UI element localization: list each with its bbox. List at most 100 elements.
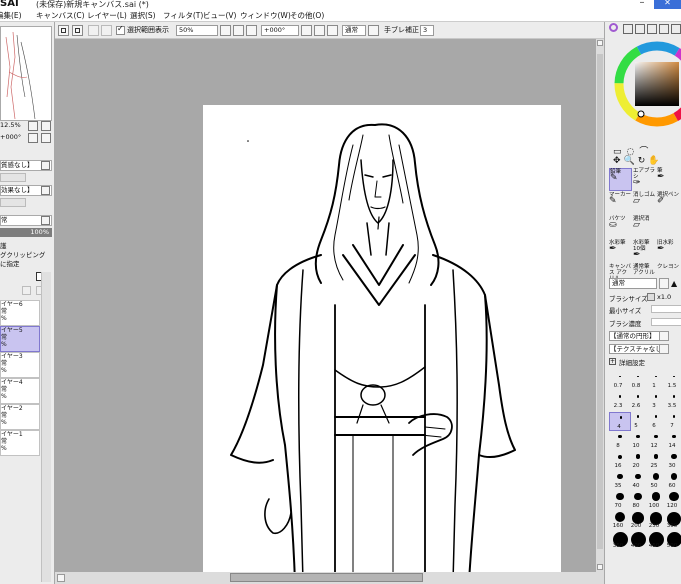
- layer-item[interactable]: イヤー3 常 %: [0, 352, 40, 378]
- rotate-right-button[interactable]: [314, 25, 325, 36]
- details-label[interactable]: 詳細設定: [619, 357, 645, 367]
- marker-icon: ✎: [609, 196, 617, 206]
- brush-size-label: 0.7: [613, 383, 623, 389]
- canvas-area[interactable]: [55, 39, 604, 583]
- scroll-left-button[interactable]: [57, 574, 65, 582]
- flip-button[interactable]: [368, 25, 379, 36]
- vertical-scrollbar[interactable]: [596, 39, 604, 572]
- magic-wand-icon[interactable]: [641, 143, 653, 155]
- select-eraser-icon: ▱: [633, 220, 640, 230]
- tool-watercolor[interactable]: 水彩筆 ✒: [609, 240, 632, 263]
- brush-mode-dropdown-icon[interactable]: [659, 278, 669, 289]
- undo-button[interactable]: [58, 25, 69, 36]
- rect-select-icon[interactable]: [613, 143, 625, 155]
- tool-airbrush[interactable]: エアブラシ ✑: [633, 168, 656, 191]
- brush-icon: ✒: [657, 172, 665, 182]
- horizontal-scrollbar[interactable]: [55, 572, 604, 584]
- brush-shape-dropdown-icon[interactable]: [659, 331, 669, 341]
- minimize-button[interactable]: –: [632, 0, 652, 8]
- layer-name: イヤー6: [1, 301, 23, 308]
- brush-texture-dropdown-icon[interactable]: [659, 344, 669, 354]
- rotate-left-button[interactable]: [301, 25, 312, 36]
- layer-opacity: %: [1, 341, 7, 348]
- effect-amount-field[interactable]: [0, 198, 26, 207]
- brush-size-dot: [654, 395, 658, 398]
- tool-brush[interactable]: 筆 ✒: [657, 168, 680, 191]
- blend-select[interactable]: 通常: [342, 25, 366, 36]
- rotate-icon[interactable]: [637, 155, 649, 167]
- menu-window[interactable]: ウィンドウ(W): [240, 10, 291, 21]
- show-selection-checkbox[interactable]: ✓: [116, 24, 125, 35]
- rgb-slider-icon[interactable]: [623, 24, 633, 34]
- tool-eraser[interactable]: 消しゴム ▱: [633, 192, 656, 215]
- size-multiplier-button[interactable]: [647, 293, 655, 301]
- expand-icon[interactable]: +: [609, 358, 616, 365]
- menu-view[interactable]: ビュー(V): [203, 10, 236, 21]
- tool-select-pen[interactable]: 選択ペン ✐: [657, 192, 680, 215]
- layer-item-selected[interactable]: イヤー5 常 %: [0, 326, 40, 352]
- tool-pencil[interactable]: 鉛筆 ✎: [609, 168, 632, 191]
- zoom-in-button[interactable]: [233, 25, 244, 36]
- brush-mode-select[interactable]: 通常: [609, 278, 657, 289]
- swatches-icon[interactable]: [659, 24, 669, 34]
- redo-button[interactable]: [72, 25, 83, 36]
- nav-zoom-out-button[interactable]: [28, 121, 38, 131]
- color-wheel-icon[interactable]: [609, 23, 618, 32]
- tool-watercolor-10[interactable]: 水彩筆 10個 ✒: [633, 240, 656, 263]
- brush-size-label: 35: [614, 483, 622, 489]
- navigator-preview[interactable]: [0, 26, 52, 121]
- nav-rotate-right-button[interactable]: [41, 133, 51, 143]
- hand-icon[interactable]: [649, 155, 661, 167]
- vertical-scroll-thumb[interactable]: [597, 54, 603, 549]
- min-size-label: 最小サイズ: [609, 307, 642, 315]
- layer-item[interactable]: イヤー4 常 %: [0, 378, 40, 404]
- rotation-field[interactable]: +000°: [261, 25, 299, 36]
- invert-selection-button[interactable]: [101, 25, 112, 36]
- nav-rotate-left-button[interactable]: [28, 133, 38, 143]
- layer-list-scrollbar[interactable]: [41, 272, 51, 582]
- deselect-button[interactable]: [88, 25, 99, 36]
- scroll-up-button[interactable]: [597, 40, 603, 46]
- menu-filter[interactable]: フィルタ(T): [163, 10, 203, 21]
- color-wheel[interactable]: [613, 38, 681, 132]
- canvas-paper[interactable]: [203, 105, 561, 583]
- layer-opacity-slider[interactable]: 100%: [0, 228, 52, 237]
- lasso-icon[interactable]: [627, 143, 639, 155]
- texture-amount-field[interactable]: [0, 173, 26, 182]
- brush-size-dot: [655, 375, 657, 378]
- brush-size-dot: [636, 415, 640, 418]
- tool-select-eraser[interactable]: 選択消 ▱: [633, 216, 656, 239]
- tool-bucket[interactable]: バケツ ⛀: [609, 216, 632, 239]
- layer-merge-button[interactable]: [22, 286, 31, 295]
- zoom-reset-button[interactable]: [246, 25, 257, 36]
- tool-marker[interactable]: マーカー ✎: [609, 192, 632, 215]
- app-logo: SAI: [0, 0, 19, 9]
- mixer-icon[interactable]: [647, 24, 657, 34]
- horizontal-scroll-thumb[interactable]: [230, 573, 423, 582]
- menu-edit[interactable]: 編集(E): [0, 10, 22, 21]
- menu-canvas[interactable]: キャンバス(C): [36, 10, 85, 21]
- layer-item[interactable]: イヤー6 常 %: [0, 300, 40, 326]
- zoom-field[interactable]: 50%: [176, 25, 218, 36]
- nav-zoom-in-button[interactable]: [41, 121, 51, 131]
- zoom-icon[interactable]: [625, 155, 637, 167]
- menu-layer[interactable]: レイヤー(L): [87, 10, 127, 21]
- layer-item[interactable]: イヤー1 常 %: [0, 430, 40, 456]
- layer-item[interactable]: イヤー2 常 %: [0, 404, 40, 430]
- selection-source-label[interactable]: に指定: [0, 258, 52, 268]
- scroll-down-button[interactable]: [597, 564, 603, 570]
- brush-size-label: 2.6: [631, 403, 641, 409]
- menu-bar: 編集(E) キャンバス(C) レイヤー(L) 選択(S) フィルタ(T) ビュー…: [0, 9, 681, 22]
- scratchpad-icon[interactable]: [671, 24, 681, 34]
- stabilizer-field[interactable]: 3: [420, 25, 434, 36]
- zoom-out-button[interactable]: [220, 25, 231, 36]
- menu-select[interactable]: 選択(S): [130, 10, 156, 21]
- move-icon[interactable]: [613, 155, 625, 167]
- rotate-reset-button[interactable]: [327, 25, 338, 36]
- hsv-slider-icon[interactable]: [635, 24, 645, 34]
- color-mode-tabs[interactable]: [609, 23, 681, 34]
- menu-other[interactable]: その他(O): [290, 10, 324, 21]
- close-button[interactable]: ✕: [654, 0, 681, 9]
- brush-size-dot: [618, 434, 622, 439]
- redo-icon: [75, 28, 80, 33]
